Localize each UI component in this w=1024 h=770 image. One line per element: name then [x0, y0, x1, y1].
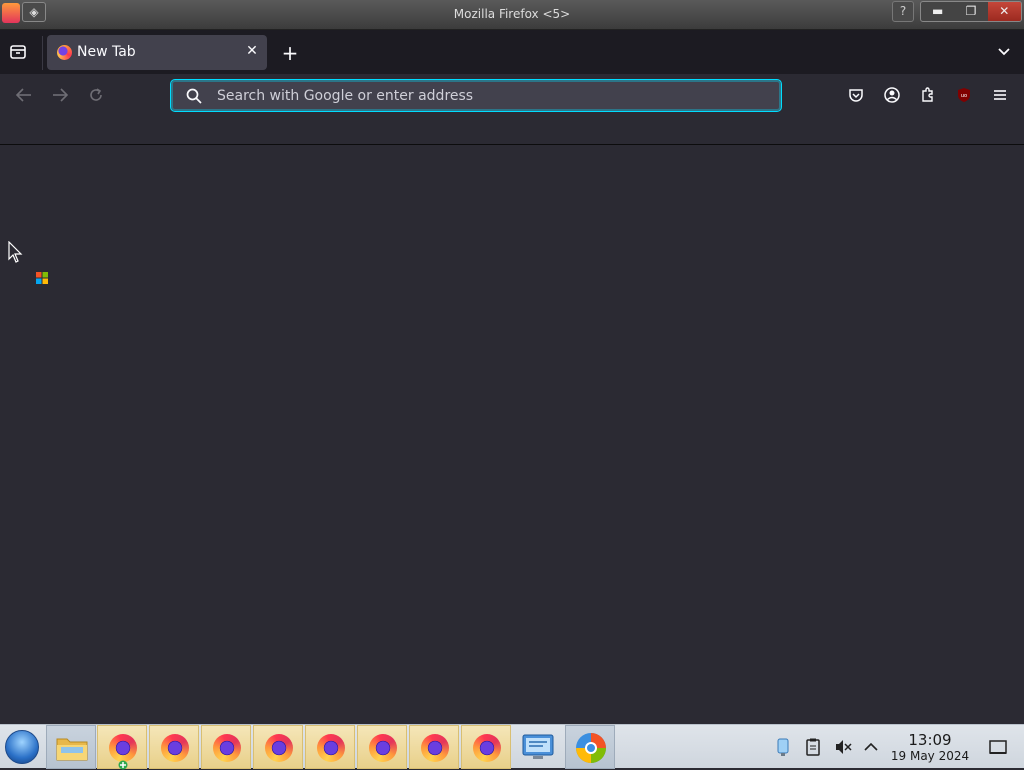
- taskbar-firefox-2[interactable]: [149, 725, 199, 769]
- page-content[interactable]: [0, 145, 1024, 724]
- reload-icon: [90, 88, 102, 101]
- firefox-icon: [109, 734, 137, 762]
- forward-icon: [53, 88, 69, 102]
- clock-date[interactable]: 19 May 2024: [880, 749, 980, 763]
- minimize-button[interactable]: ▬: [921, 2, 954, 21]
- new-tab-button[interactable]: +: [280, 43, 300, 64]
- ublock-icon: uo: [958, 88, 970, 102]
- firefox-icon: [265, 734, 293, 762]
- window-controls: ▬ ❐ ✕: [920, 1, 1022, 22]
- address-bar[interactable]: [170, 79, 782, 112]
- folder-icon: [56, 738, 88, 761]
- taskbar-browser-active[interactable]: [565, 725, 615, 769]
- taskbar-firefox-1[interactable]: [97, 725, 147, 770]
- search-icon: [186, 88, 202, 104]
- clock-time[interactable]: 13:09: [890, 731, 970, 749]
- mouse-cursor-icon: [8, 241, 23, 263]
- menu-icon: [994, 90, 1006, 100]
- close-window-button[interactable]: ✕: [987, 2, 1021, 21]
- start-orb-icon: [5, 730, 39, 764]
- bookmarks-toolbar: [0, 116, 1024, 145]
- taskbar-firefox-5[interactable]: [305, 725, 355, 769]
- tab-strip: New Tab ✕ +: [0, 30, 1024, 74]
- network-tray-icon[interactable]: [773, 737, 793, 757]
- app-menu-button[interactable]: [989, 84, 1011, 106]
- firefox-icon: [473, 734, 501, 762]
- add-badge-icon: [118, 760, 128, 770]
- tab-new-tab[interactable]: New Tab ✕: [47, 35, 267, 70]
- svg-text:uo: uo: [961, 93, 967, 99]
- back-button[interactable]: [13, 84, 35, 106]
- clipboard-tray-icon[interactable]: [803, 737, 823, 757]
- chevron-down-icon: [998, 48, 1010, 56]
- list-all-tabs-button[interactable]: [996, 44, 1012, 60]
- taskbar: 13:09 19 May 2024: [0, 724, 1024, 770]
- taskbar-firefox-6[interactable]: [357, 725, 407, 769]
- loading-windows-icon: [36, 272, 48, 284]
- firefox-icon: [421, 734, 449, 762]
- taskbar-firefox-8[interactable]: [461, 725, 511, 769]
- ublock-button[interactable]: uo: [953, 84, 975, 106]
- forward-button[interactable]: [49, 84, 71, 106]
- taskbar-firefox-4[interactable]: [253, 725, 303, 769]
- windows-globe-icon: [576, 733, 606, 763]
- firefox-icon: [369, 734, 397, 762]
- account-button[interactable]: [881, 84, 903, 106]
- help-button[interactable]: ?: [892, 1, 914, 22]
- firefox-icon: [161, 734, 189, 762]
- back-icon: [15, 88, 31, 102]
- maximize-button[interactable]: ❐: [954, 2, 987, 21]
- firefox-favicon-icon: [57, 45, 72, 60]
- taskbar-control-panel[interactable]: [513, 725, 563, 769]
- tab-label: New Tab: [77, 44, 136, 60]
- pocket-button[interactable]: [845, 84, 867, 106]
- window-titlebar[interactable]: ◈ Mozilla Firefox <5> ? ▬ ❐ ✕: [0, 0, 1024, 30]
- reload-button[interactable]: [85, 84, 107, 106]
- firefox-icon: [317, 734, 345, 762]
- firefox-view-button[interactable]: [8, 42, 30, 64]
- show-desktop-icon[interactable]: [988, 737, 1008, 757]
- taskbar-file-manager[interactable]: [46, 725, 96, 769]
- control-panel-icon: [522, 734, 554, 759]
- pocket-icon: [849, 89, 863, 102]
- navigation-toolbar: uo: [0, 74, 1024, 116]
- taskbar-firefox-3[interactable]: [201, 725, 251, 769]
- tabstrip-separator: [42, 36, 43, 70]
- extensions-icon: [922, 87, 933, 102]
- firefox-icon: [213, 734, 241, 762]
- taskbar-firefox-7[interactable]: [409, 725, 459, 769]
- chevron-up-icon[interactable]: [861, 737, 881, 757]
- window-title: Mozilla Firefox <5>: [453, 7, 571, 21]
- start-button[interactable]: [0, 725, 44, 769]
- extensions-button[interactable]: [917, 84, 939, 106]
- firefox-view-icon: [10, 45, 26, 59]
- account-icon: [884, 87, 900, 103]
- volume-muted-icon[interactable]: [833, 737, 853, 757]
- search-input[interactable]: [217, 86, 757, 106]
- close-tab-button[interactable]: ✕: [245, 43, 259, 59]
